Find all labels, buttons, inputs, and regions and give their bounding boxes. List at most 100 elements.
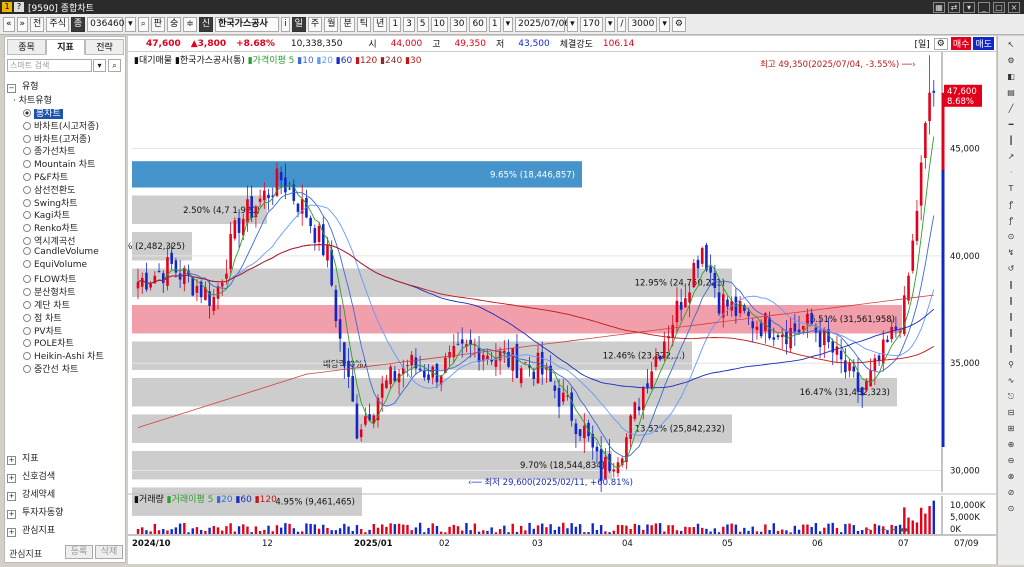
- toolbar-item-16[interactable]: 월: [324, 16, 339, 32]
- drawing-tool-icon[interactable]: ⊙: [1002, 502, 1020, 516]
- chart-type-item[interactable]: 역시계곡선: [23, 234, 75, 247]
- search-icon[interactable]: ⌕: [108, 59, 121, 72]
- pin-icon[interactable]: ▾: [963, 1, 975, 13]
- toolbar-item-0[interactable]: «: [3, 16, 15, 32]
- chart-type-item[interactable]: P&F차트: [23, 170, 68, 183]
- expand-icon[interactable]: +: [7, 528, 16, 537]
- toolbar-item-30[interactable]: 170: [579, 16, 603, 32]
- tab-indicator[interactable]: 지표: [46, 39, 85, 55]
- radio-icon[interactable]: [23, 365, 31, 373]
- expand-icon[interactable]: +: [7, 456, 16, 465]
- toolbar-item-29[interactable]: ▾: [567, 16, 578, 32]
- toolbar-item-1[interactable]: »: [16, 16, 29, 32]
- drawing-tool-icon[interactable]: ꝭ: [1002, 214, 1020, 228]
- toolbar-item-12[interactable]: 한국가스공사: [215, 16, 280, 32]
- toolbar-item-21[interactable]: 3: [403, 16, 415, 32]
- toolbar-item-22[interactable]: 5: [416, 16, 429, 32]
- toolbar-item-33[interactable]: 3000: [628, 16, 658, 32]
- expand-icon[interactable]: +: [7, 474, 16, 483]
- drawing-tool-icon[interactable]: ↺: [1002, 262, 1020, 276]
- drawing-tool-icon[interactable]: ↖: [1002, 38, 1020, 52]
- drawing-tool-icon[interactable]: ᐧ: [1002, 166, 1020, 180]
- tab-strategy[interactable]: 전략: [85, 39, 124, 55]
- drawing-tool-icon[interactable]: ∥: [1002, 310, 1020, 324]
- chart-type-item[interactable]: 삼선전환도: [23, 183, 75, 196]
- settings-icon[interactable]: ⚙: [933, 37, 948, 50]
- chart-type-item[interactable]: 바차트(시고저종): [23, 119, 99, 132]
- delete-button[interactable]: 삭제: [95, 545, 123, 559]
- drawing-tool-icon[interactable]: ◧: [1002, 70, 1020, 84]
- toolbar-item-17[interactable]: 분: [340, 16, 355, 32]
- chart-type-item[interactable]: Heikin-Ashi 차트: [23, 349, 104, 362]
- radio-icon[interactable]: [23, 259, 31, 268]
- drawing-tool-icon[interactable]: ∿: [1002, 374, 1020, 388]
- chart-type-item[interactable]: 점 차트: [23, 311, 62, 324]
- chart-type-item[interactable]: POLE차트: [23, 336, 74, 349]
- drawing-tool-icon[interactable]: ⊖: [1002, 454, 1020, 468]
- toolbar-item-18[interactable]: 틱: [356, 16, 372, 32]
- radio-icon[interactable]: [23, 173, 31, 181]
- toolbar-item-19[interactable]: 년: [373, 16, 388, 32]
- drawing-tool-icon[interactable]: ⚙: [1002, 54, 1020, 68]
- radio-icon[interactable]: [23, 185, 31, 194]
- toolbar-item-4[interactable]: 종: [70, 16, 86, 32]
- left-bottom-item[interactable]: + 투자자동향: [7, 505, 63, 519]
- tab-stock[interactable]: 종목: [7, 39, 46, 55]
- toolbar-item-28[interactable]: 2025/07/06: [515, 16, 570, 32]
- radio-icon[interactable]: [23, 109, 31, 117]
- chart-type-item[interactable]: 바차트(고저종): [23, 132, 91, 145]
- radio-icon[interactable]: [23, 147, 31, 156]
- chart-type-item[interactable]: Mountain 차트: [23, 157, 95, 170]
- left-bottom-item[interactable]: + 강세약세: [7, 487, 55, 501]
- tree-group[interactable]: · 차트유형: [13, 93, 52, 106]
- drawing-tool-icon[interactable]: ꝭ: [1002, 198, 1020, 212]
- collapse-icon[interactable]: −: [7, 84, 16, 93]
- radio-icon[interactable]: [23, 275, 31, 284]
- drawing-tool-icon[interactable]: ∥: [1002, 326, 1020, 340]
- chart-type-item[interactable]: 중간선 차트: [23, 362, 78, 375]
- sell-button[interactable]: 매도: [973, 37, 994, 50]
- drawing-tool-icon[interactable]: ∥: [1002, 342, 1020, 356]
- chart-type-item[interactable]: Kagi차트: [23, 208, 70, 221]
- drawing-tool-icon[interactable]: ┃: [1002, 134, 1020, 148]
- toolbar-item-32[interactable]: /: [617, 16, 627, 32]
- chart-type-item[interactable]: CandleVolume: [23, 246, 99, 257]
- left-bottom-item[interactable]: + 관심지표: [7, 523, 55, 537]
- toolbar-item-13[interactable]: i: [281, 16, 290, 32]
- toolbar-item-20[interactable]: 1: [389, 16, 402, 32]
- radio-icon[interactable]: [23, 160, 31, 169]
- drawing-tool-icon[interactable]: ⊟: [1002, 406, 1020, 420]
- toolbar-item-27[interactable]: ▾: [502, 16, 514, 32]
- chart-type-item[interactable]: 계단 차트: [23, 298, 70, 311]
- chart-area[interactable]: ▮대기매물 ▮한국가스공사(통) ▮가격이평 5 ▮10 ▮20 ▮60 ▮12…: [105, 52, 996, 564]
- chart-type-item[interactable]: 종가선차트: [23, 144, 75, 157]
- toolbar-item-9[interactable]: 숭: [167, 16, 182, 32]
- chart-type-item[interactable]: 분산형차트: [23, 285, 75, 298]
- close-button[interactable]: ×: [1008, 1, 1020, 13]
- toolbar-item-3[interactable]: 주식: [46, 16, 69, 32]
- radio-icon[interactable]: [23, 326, 31, 335]
- drawing-tool-icon[interactable]: ▤: [1002, 86, 1020, 100]
- drawing-tool-icon[interactable]: ╱: [1002, 102, 1020, 116]
- radio-icon[interactable]: [23, 224, 31, 233]
- drawing-tool-icon[interactable]: ⊗: [1002, 470, 1020, 484]
- toolbar-item-25[interactable]: 60: [469, 16, 487, 32]
- expand-icon[interactable]: +: [7, 492, 16, 501]
- toolbar-item-8[interactable]: 판: [150, 16, 166, 32]
- left-bottom-item[interactable]: + 지표: [7, 451, 39, 465]
- drawing-tool-icon[interactable]: ∥: [1002, 278, 1020, 292]
- toolbar-item-5[interactable]: 036460: [87, 16, 125, 32]
- chart-type-item[interactable]: 봉차트: [23, 106, 63, 119]
- grid-icon[interactable]: ▦: [933, 1, 945, 13]
- toolbar-item-11[interactable]: 신: [198, 16, 214, 32]
- chart-type-item[interactable]: PV차트: [23, 324, 62, 337]
- toolbar-item-2[interactable]: 전: [30, 16, 45, 32]
- expand-icon[interactable]: +: [7, 510, 16, 519]
- radio-icon[interactable]: [23, 211, 31, 220]
- toolbar-item-7[interactable]: ⌕: [137, 16, 149, 32]
- radio-icon[interactable]: [23, 313, 31, 322]
- toolbar-item-10[interactable]: ≑: [183, 16, 197, 32]
- chart-type-item[interactable]: Renko차트: [23, 221, 78, 234]
- radio-icon[interactable]: [23, 288, 31, 297]
- help-icon[interactable]: ?: [14, 2, 24, 12]
